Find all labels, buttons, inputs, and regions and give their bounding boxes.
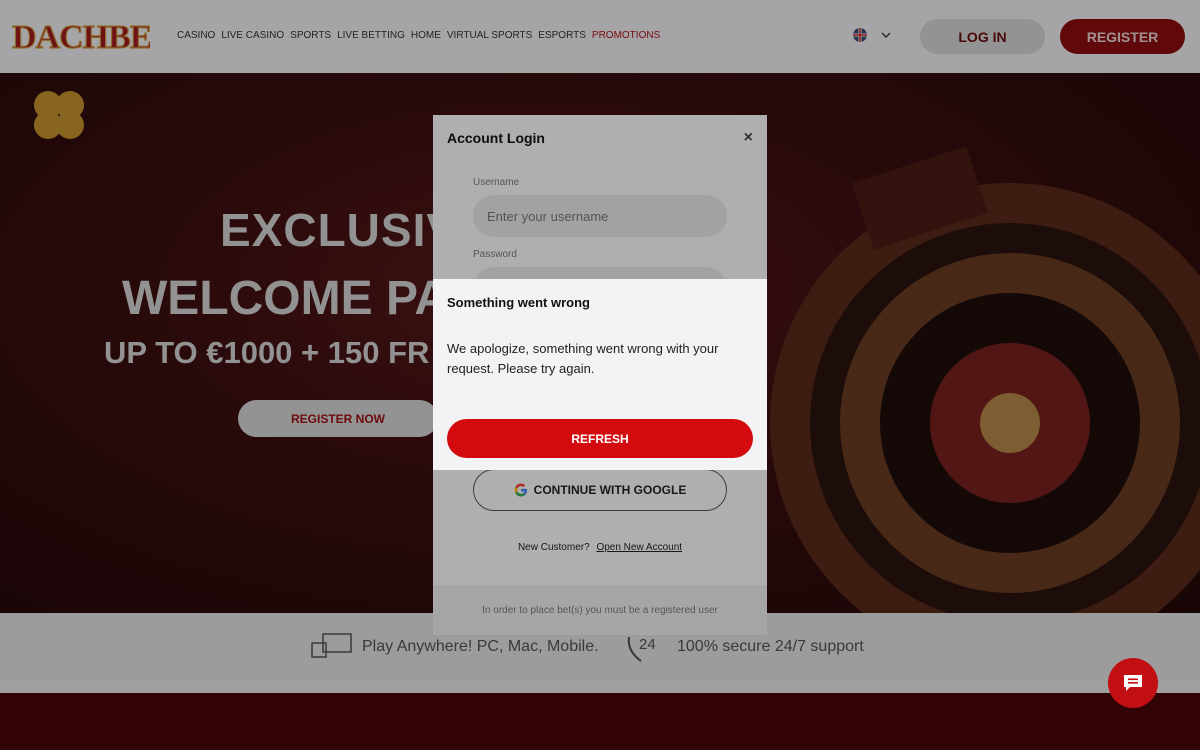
error-modal-title: Something went wrong <box>447 295 590 310</box>
error-modal: Something went wrong We apologize, somet… <box>433 279 767 470</box>
error-modal-message: We apologize, something went wrong with … <box>447 341 719 376</box>
chat-button[interactable] <box>1108 658 1158 708</box>
refresh-button[interactable]: REFRESH <box>447 419 753 458</box>
chat-icon <box>1124 675 1142 691</box>
